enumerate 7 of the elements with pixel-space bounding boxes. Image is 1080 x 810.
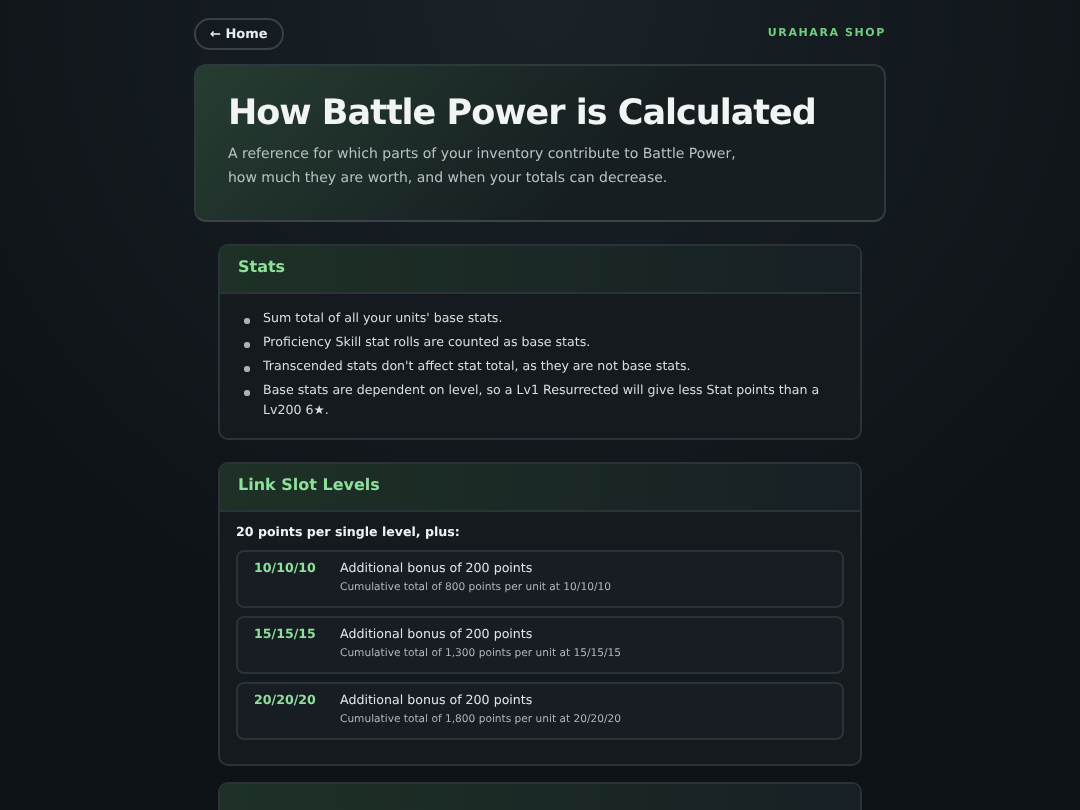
bullet-icon bbox=[244, 318, 249, 323]
bullet-icon bbox=[244, 366, 249, 371]
section-title: Link Slot Levels bbox=[238, 476, 380, 494]
bullet-icon bbox=[244, 390, 249, 395]
bullet-icon bbox=[244, 342, 249, 347]
section-title: Stats bbox=[238, 258, 286, 276]
page-title: How Battle Power is Calculated bbox=[228, 94, 818, 134]
